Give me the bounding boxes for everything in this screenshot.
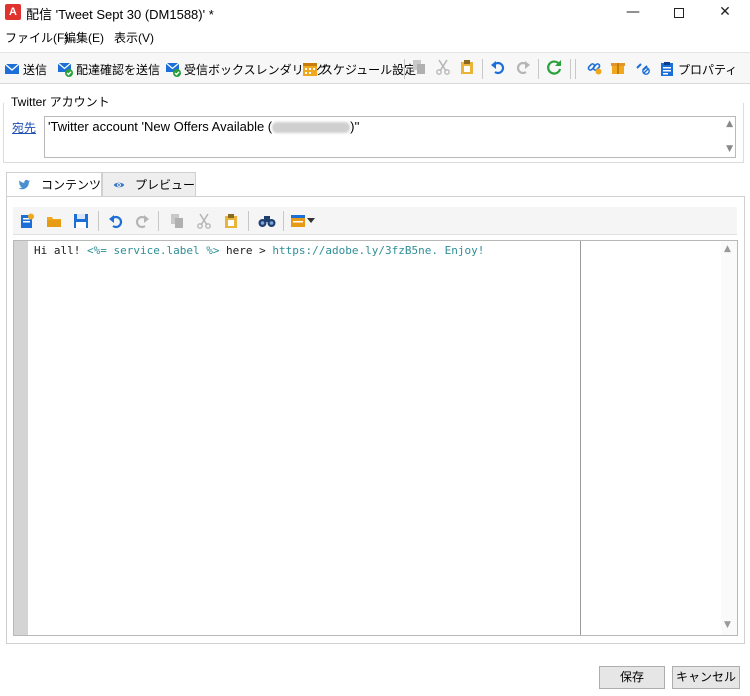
tab-content[interactable]: コンテンツ [6,172,102,197]
scroll-down-arrow-icon[interactable]: ▼ [726,144,733,154]
scroll-up-arrow-icon[interactable]: ▲ [726,119,733,129]
cancel-button[interactable]: キャンセル [672,666,740,689]
paste-icon[interactable] [223,213,239,229]
code-line: Hi all! <%= service.label %> here > http… [34,244,484,257]
content-editor[interactable]: Hi all! <%= service.label %> here > http… [13,240,738,636]
minimize-button[interactable]: — [610,0,656,26]
save-disk-icon[interactable] [73,213,89,229]
undo-icon[interactable] [490,59,506,75]
window-title: 配信 'Tweet Sept 30 (DM1588)' * [26,7,214,22]
title-bar: A 配信 'Tweet Sept 30 (DM1588)' * — ✕ [0,0,750,26]
send-label: 送信 [23,62,48,77]
toolbar-divider [98,211,99,231]
editor-scrollbar[interactable]: ▲ ▼ [721,241,737,635]
tab-preview-label: プレビュー [134,178,195,192]
scroll-up-arrow-icon[interactable]: ▲ [724,244,731,254]
redo-icon[interactable] [515,59,531,75]
toolbar-divider [538,59,539,79]
unlink-icon[interactable] [634,59,650,75]
toolbar-divider [248,211,249,231]
binoculars-icon[interactable] [258,213,276,229]
send-proof-button[interactable]: 配達確認を送信 [57,60,160,78]
scroll-down-arrow-icon[interactable]: ▼ [724,620,731,630]
toolbar-divider [575,59,576,79]
link-icon[interactable] [586,59,602,75]
toolbar-divider [482,59,483,79]
envelope-check-icon [57,62,73,77]
properties-label: プロパティ [678,62,738,77]
cut-icon[interactable] [435,59,451,75]
close-button[interactable]: ✕ [702,0,748,26]
code-text: here > [219,244,273,257]
calendar-icon [303,63,317,76]
redacted-account-name [272,122,351,134]
tab-content-label: コンテンツ [40,178,101,192]
schedule-label: スケジュール設定 [321,62,417,77]
envelope-icon [4,63,20,74]
save-button[interactable]: 保存 [599,666,665,689]
code-url: https://adobe.ly/3fzB5ne. Enjoy! [272,244,485,257]
menu-view[interactable]: 表示(V) [114,29,154,46]
eye-icon [113,182,125,187]
personalization-tag: <%= service.label %> [86,244,220,257]
paste-icon[interactable] [459,59,475,75]
personalization-block-icon[interactable] [290,213,306,229]
clipboard-icon [661,62,673,76]
to-field[interactable]: 'Twitter account 'New Offers Available (… [44,116,736,158]
menu-file[interactable]: ファイル(F) [5,29,68,46]
editor-toolbar [13,207,737,235]
envelope-check-icon [165,62,181,77]
close-icon: ✕ [719,4,731,20]
to-link[interactable]: 宛先 [12,119,36,136]
code-text: Hi all! [34,244,87,257]
adobe-app-icon: A [5,4,21,20]
code-area[interactable]: Hi all! <%= service.label %> here > http… [28,241,581,635]
open-folder-icon[interactable] [46,213,62,229]
copy-icon[interactable] [411,59,427,75]
toolbar-divider [404,59,405,79]
toolbar-divider [283,211,284,231]
refresh-icon[interactable] [546,59,562,75]
chevron-down-icon[interactable] [307,218,315,224]
insert-field-icon[interactable] [19,213,35,229]
toolbar-divider [570,59,571,79]
toolbar-divider [158,211,159,231]
copy-icon[interactable] [169,213,185,229]
cut-icon[interactable] [196,213,212,229]
maximize-button[interactable] [656,0,702,26]
menu-bar: ファイル(F) 編集(E) 表示(V) [0,27,750,47]
redo-icon[interactable] [134,213,150,229]
to-value: 'Twitter account 'New Offers Available (… [48,119,359,134]
tab-preview[interactable]: プレビュー [102,172,196,197]
undo-icon[interactable] [108,213,124,229]
menu-edit[interactable]: 編集(E) [64,29,104,46]
properties-button[interactable]: プロパティ [659,60,737,78]
twitter-account-title: Twitter アカウント [8,93,113,110]
minimize-icon: — [626,4,640,20]
maximize-icon [674,8,684,18]
twitter-bird-icon [18,179,31,189]
schedule-button[interactable]: スケジュール設定 [302,60,416,78]
gift-icon[interactable] [610,59,626,75]
to-value-prefix: 'Twitter account 'New Offers Available ( [48,119,273,134]
send-button[interactable]: 送信 [4,60,47,78]
send-proof-label: 配達確認を送信 [76,62,161,77]
editor-gutter [14,241,28,635]
main-toolbar: 送信 配達確認を送信 受信ボックスレンダリング スケジュール設定 プロパティ [0,52,750,84]
to-value-suffix: )'' [350,119,360,134]
